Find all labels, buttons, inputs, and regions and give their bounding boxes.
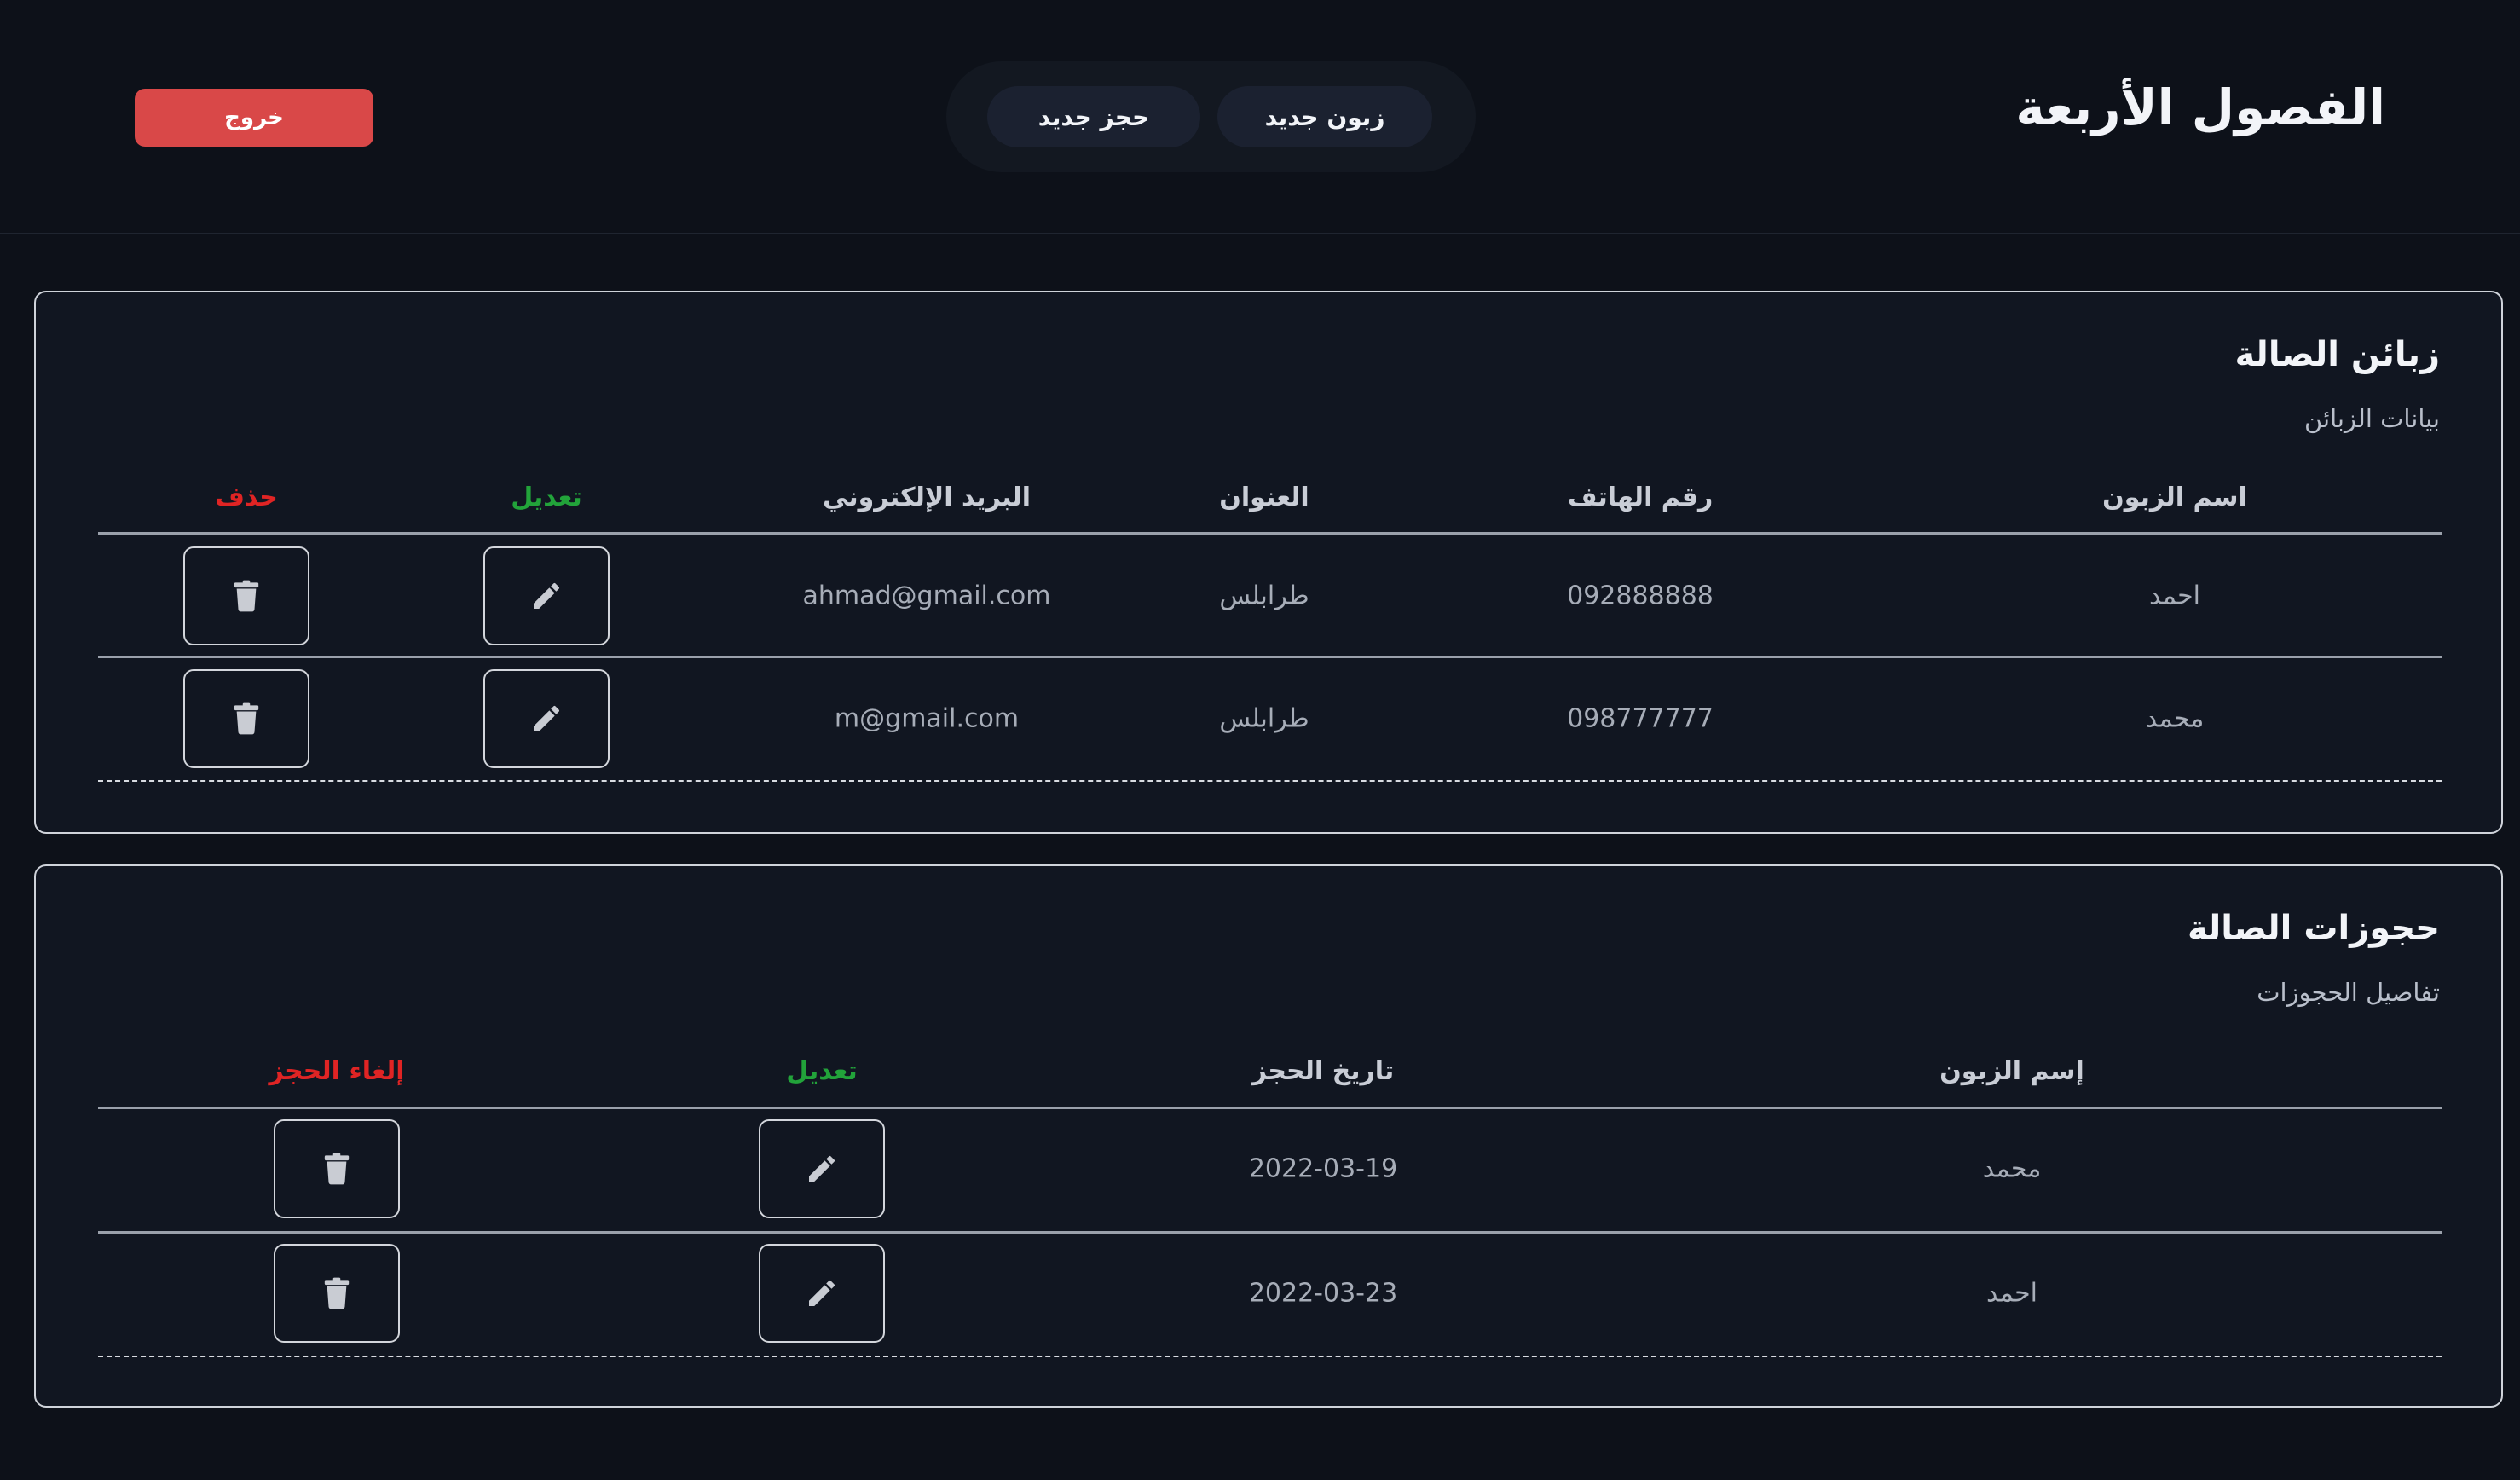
trash-icon xyxy=(322,1153,351,1185)
customers-card: زبائن الصالة بيانات الزبائن اسم الزبون ر… xyxy=(34,291,2503,834)
booking-name-cell: احمد xyxy=(1986,1278,2037,1309)
pencil-icon xyxy=(805,1152,839,1186)
column-header-email: البريد الإلكتروني xyxy=(823,483,1031,512)
customers-subtitle: بيانات الزبائن xyxy=(2303,404,2440,433)
booking-date-cell: 2022-03-23 xyxy=(1248,1278,1398,1309)
column-header-cancel: إلغاء الحجز xyxy=(269,1056,405,1086)
edit-customer-button[interactable] xyxy=(483,546,610,645)
customer-name-cell: احمد xyxy=(2149,581,2200,611)
edit-booking-button[interactable] xyxy=(759,1244,885,1343)
row-divider xyxy=(98,1231,2442,1234)
table-bottom-divider xyxy=(98,780,2442,782)
pencil-icon xyxy=(529,579,564,613)
table-bottom-divider xyxy=(98,1356,2442,1357)
customer-email-cell: ahmad@gmail.com xyxy=(802,581,1051,611)
new-booking-button[interactable]: حجز جديد xyxy=(987,86,1200,147)
column-header-delete: حذف xyxy=(215,483,278,512)
customer-address-cell: طرابلس xyxy=(1219,703,1309,734)
booking-date-cell: 2022-03-19 xyxy=(1248,1153,1398,1184)
trash-icon xyxy=(232,702,261,735)
delete-customer-button[interactable] xyxy=(183,546,309,645)
table-header-divider xyxy=(98,532,2442,535)
column-header-name: اسم الزبون xyxy=(2102,483,2247,512)
trash-icon xyxy=(232,580,261,612)
column-header-edit: تعديل xyxy=(786,1056,858,1086)
column-header-edit: تعديل xyxy=(511,483,582,512)
top-navbar: الفصول الأربعة زبون جديد حجز جديد خروج xyxy=(0,0,2520,234)
bookings-card: حجوزات الصالة تفاصيل الحجوزات إسم الزبون… xyxy=(34,864,2503,1408)
pencil-icon xyxy=(805,1276,839,1310)
customer-phone-cell: 098777777 xyxy=(1567,703,1714,734)
column-header-address: العنوان xyxy=(1219,483,1309,512)
brand-title: الفصول الأربعة xyxy=(2015,78,2385,136)
logout-button[interactable]: خروج xyxy=(135,89,373,147)
column-header-phone: رقم الهاتف xyxy=(1567,483,1714,512)
cancel-booking-button[interactable] xyxy=(274,1244,400,1343)
bookings-title: حجوزات الصالة xyxy=(2187,909,2440,948)
pencil-icon xyxy=(529,702,564,736)
customer-name-cell: محمد xyxy=(2145,703,2205,734)
edit-booking-button[interactable] xyxy=(759,1119,885,1218)
customers-title: زبائن الصالة xyxy=(2234,335,2440,374)
new-customer-button[interactable]: زبون جديد xyxy=(1217,86,1432,147)
bookings-subtitle: تفاصيل الحجوزات xyxy=(2257,978,2440,1007)
customer-phone-cell: 092888888 xyxy=(1567,581,1714,611)
customer-email-cell: m@gmail.com xyxy=(834,703,1020,734)
column-header-date: تاريخ الحجز xyxy=(1251,1056,1395,1086)
cancel-booking-button[interactable] xyxy=(274,1119,400,1218)
table-header-divider xyxy=(98,1107,2442,1109)
customer-address-cell: طرابلس xyxy=(1219,581,1309,611)
edit-customer-button[interactable] xyxy=(483,669,610,768)
column-header-name: إسم الزبون xyxy=(1939,1056,2084,1086)
trash-icon xyxy=(322,1277,351,1309)
row-divider xyxy=(98,656,2442,658)
nav-pill: زبون جديد حجز جديد xyxy=(946,61,1476,172)
booking-name-cell: محمد xyxy=(1982,1153,2042,1184)
delete-customer-button[interactable] xyxy=(183,669,309,768)
